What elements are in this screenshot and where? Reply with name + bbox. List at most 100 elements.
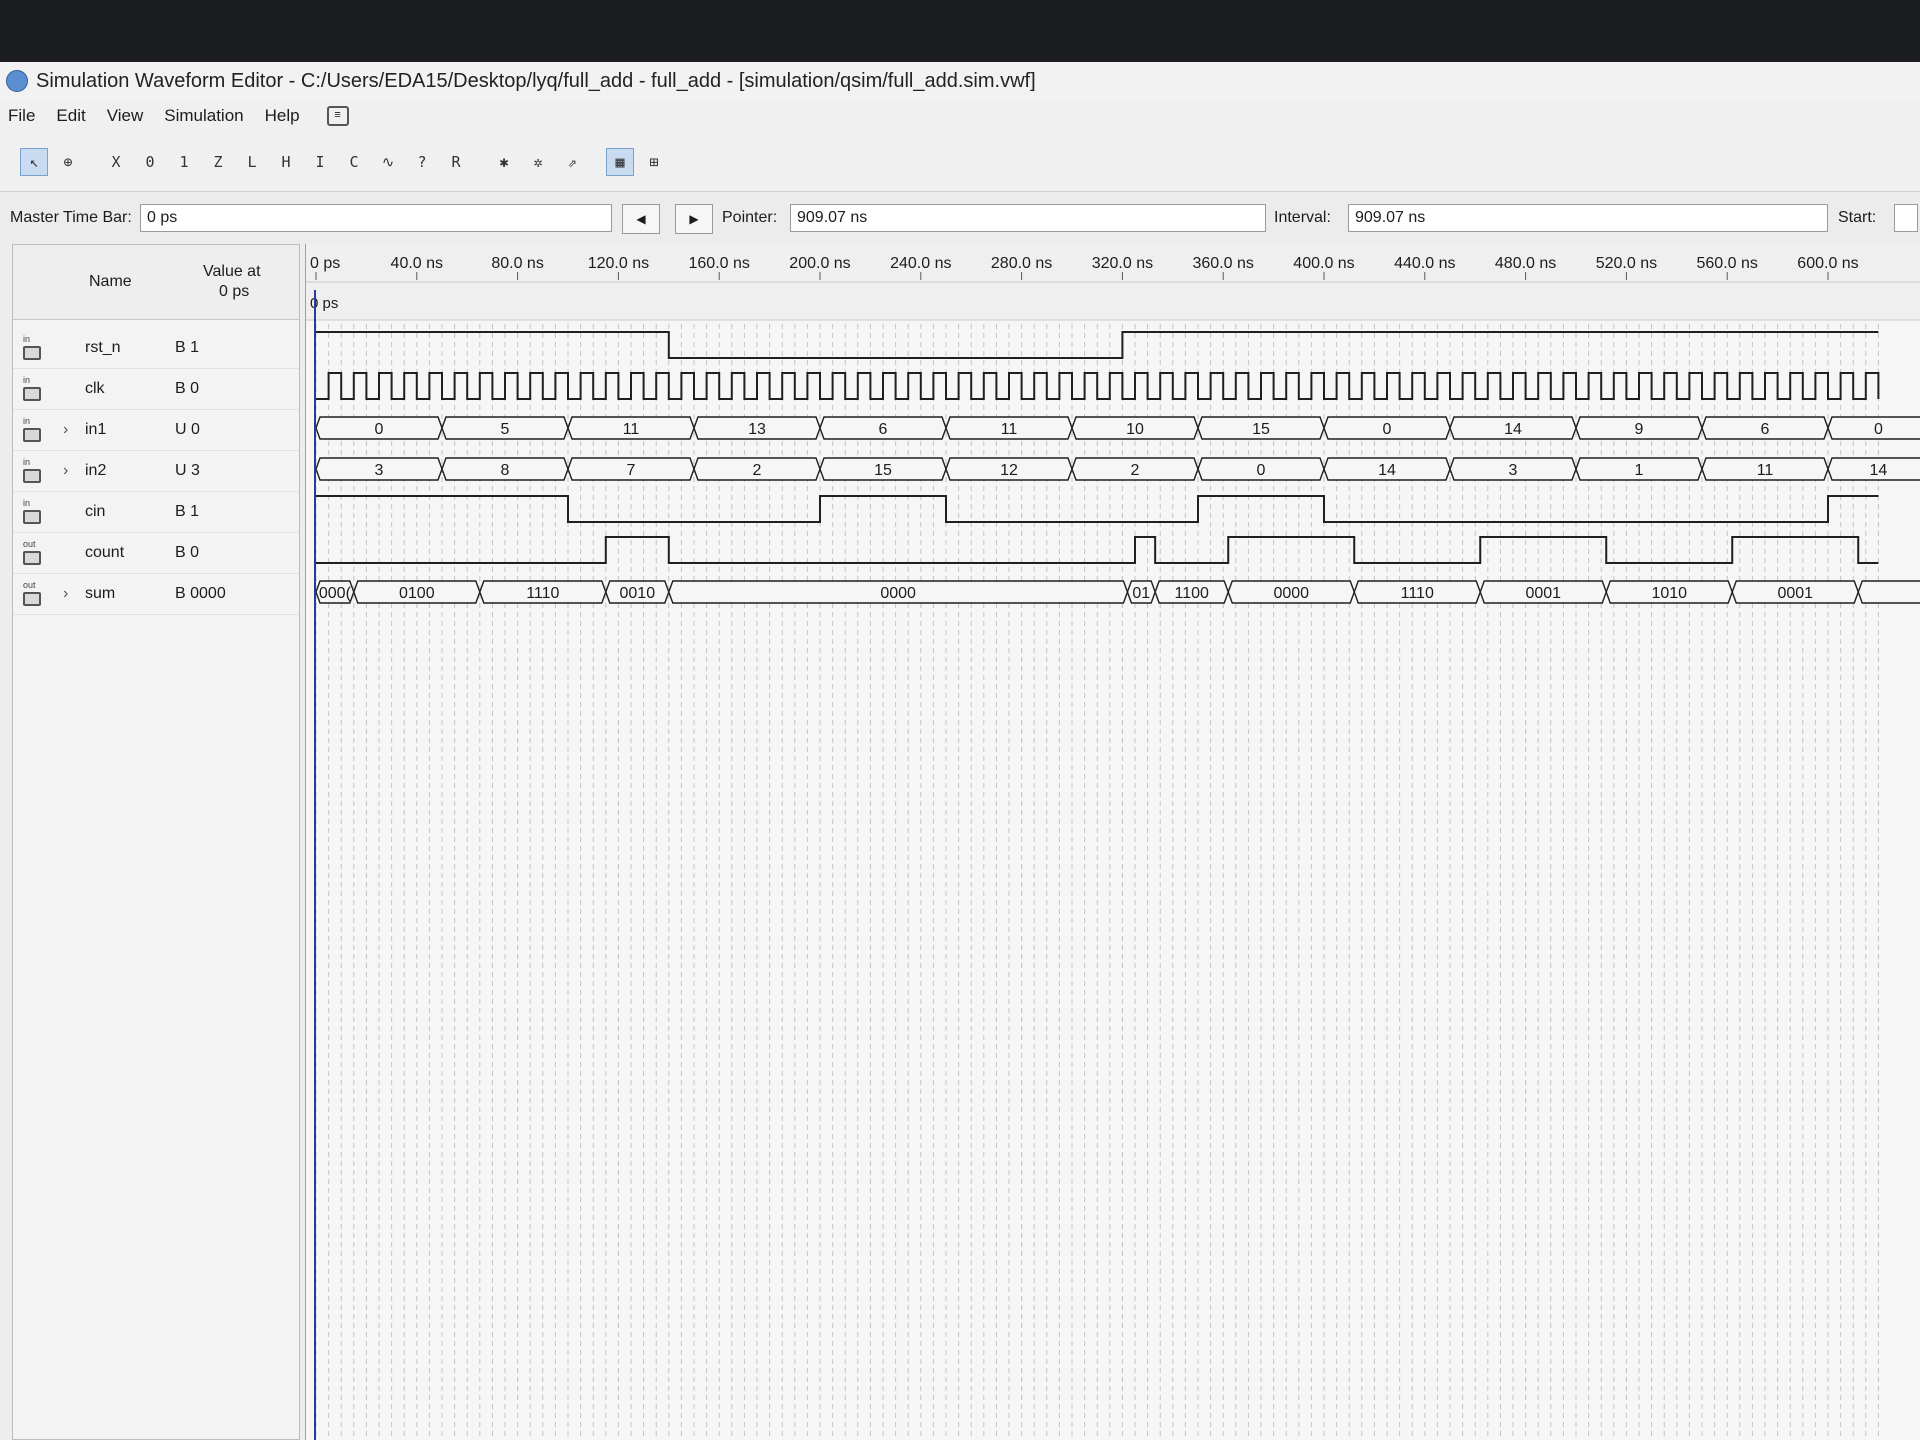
bus-value-label: 5 [501,421,510,438]
bus-value-label: 11 [623,421,640,438]
force-unknown-icon[interactable]: X [102,148,130,176]
time-bar: Master Time Bar: 0 ps ◀ ▶ Pointer: 909.0… [0,192,1920,244]
bus-value-label: 2 [1131,462,1140,479]
bus-value-label: 14 [1870,462,1888,479]
generate-netlist-icon[interactable]: ⇗ [558,148,586,176]
invert-icon[interactable]: I [306,148,334,176]
menu-help[interactable]: Help [257,106,313,126]
bus-value-label: 0001 [1525,585,1561,602]
bus-value-label: 9 [1635,421,1644,438]
bus-value-label: 10 [1126,421,1144,438]
output-pin-icon: out [23,540,47,566]
force-high-impedance-icon[interactable]: Z [204,148,232,176]
bus-value-label: 14 [1504,421,1522,438]
signal-row-cin[interactable]: in cin B 1 [13,493,299,533]
bus-value-label: 11 [1001,421,1018,438]
bus-value-label: 3 [375,462,384,479]
force-weak-high-icon[interactable]: H [272,148,300,176]
ruler-tick-label: 480.0 ns [1495,255,1556,272]
signal-value: B 0 [175,544,200,561]
force-weak-low-icon[interactable]: L [238,148,266,176]
ruler-tick-label: 120.0 ns [588,255,649,272]
ruler-tick-label: 40.0 ns [391,255,443,272]
bus-value-label: 0000 [1273,585,1309,602]
ruler-tick-label: 520.0 ns [1596,255,1657,272]
ruler-tick-label: 240.0 ns [890,255,951,272]
pointer-label: Pointer: [722,209,778,226]
toolbar-separator [592,148,600,176]
force-low-icon[interactable]: 0 [136,148,164,176]
previous-transition-button[interactable]: ◀ [622,204,660,234]
ruler-tick-label: 0 ps [310,255,340,272]
master-time-bar-field[interactable]: 0 ps [140,204,612,232]
signal-row-in1[interactable]: in › in1 U 0 [13,411,299,451]
arbitrary-value-icon[interactable]: ? [408,148,436,176]
bus-value-label: 7 [627,462,636,479]
bus-value-label: 1110 [526,585,559,602]
menu-view[interactable]: View [99,106,157,126]
signal-name: in2 [85,462,107,479]
input-pin-icon: in [23,376,47,402]
bus-value-label: 11 [1757,462,1774,479]
signal-name: in1 [85,421,107,438]
bus-value-label: 2 [753,462,762,479]
next-transition-button[interactable]: ▶ [675,204,713,234]
bus-value-label: 0001 [1777,585,1813,602]
input-pin-icon: in [23,499,47,525]
signal-row-in2[interactable]: in › in2 U 3 [13,452,299,492]
signal-value: B 0000 [175,585,226,602]
signal-name: cin [85,503,106,520]
bus-value-label: 0000 [880,585,916,602]
signal-row-rst-n[interactable]: in rst_n B 1 [13,329,299,369]
signal-row-clk[interactable]: in clk B 0 [13,370,299,410]
start-field[interactable] [1894,204,1918,232]
bus-value-label: 15 [1252,421,1270,438]
bus-value-label: 000( [319,585,352,602]
signal-value: B 1 [175,339,200,356]
name-column-header[interactable]: Name [89,273,132,291]
waveform-editor-window: Simulation Waveform Editor - C:/Users/ED… [0,62,1920,1440]
expand-chevron-icon[interactable]: › [63,585,68,603]
feedback-icon[interactable]: ≡ [326,106,349,126]
toolbar-separator [476,148,484,176]
waveform-panel[interactable]: 0 ps 40.0 ns 80.0 ns 120.0 ns 160.0 ns 200.0 … [305,244,1920,1440]
input-pin-icon: in [23,417,47,443]
selection-tool-icon[interactable]: ↖ [20,147,48,176]
input-pin-icon: in [23,335,47,361]
snap-to-grid-icon[interactable]: ▦ [606,147,634,176]
menu-simulation[interactable]: Simulation [156,106,256,126]
ruler-tick-label: 400.0 ns [1293,255,1354,272]
force-high-icon[interactable]: 1 [170,148,198,176]
signal-row-count[interactable]: out count B 0 [13,534,299,574]
app-icon [6,70,28,92]
group-icon[interactable]: ⊞ [640,148,668,176]
signal-name: clk [85,380,105,397]
timing-simulation-icon[interactable]: ✲ [524,148,552,176]
signal-row-sum[interactable]: out › sum B 0000 [13,575,299,615]
bus-value-label: 01 [1132,585,1150,602]
pointer-field[interactable]: 909.07 ns [790,204,1266,232]
waveform-chart[interactable]: 0 ps 40.0 ns 80.0 ns 120.0 ns 160.0 ns 200.0 … [306,244,1920,1440]
bus-value-label: 0 [1383,421,1392,438]
bus-value-label: 1110 [1401,585,1434,602]
signal-name: rst_n [85,339,121,356]
interval-field[interactable]: 909.07 ns [1348,204,1828,232]
clock-icon[interactable]: ∿ [374,148,402,176]
start-label: Start: [1838,209,1877,226]
random-value-icon[interactable]: R [442,148,470,176]
signal-value: B 1 [175,503,200,520]
expand-chevron-icon[interactable]: › [63,462,68,480]
bus-value-label: 6 [879,421,888,438]
expand-chevron-icon[interactable]: › [63,421,68,439]
menu-edit[interactable]: Edit [48,106,98,126]
ruler-tick-label: 360.0 ns [1193,255,1254,272]
ruler-tick-label: 320.0 ns [1092,255,1153,272]
toolbar-separator [88,148,96,176]
signal-name-panel: Name Value at 0 ps in rst_n B 1 in clk B 0 in ›… [12,244,300,1440]
functional-simulation-icon[interactable]: ✱ [490,148,518,176]
menu-file[interactable]: File [0,106,48,126]
zoom-tool-icon[interactable]: ⊕ [54,148,82,176]
count-value-icon[interactable]: C [340,148,368,176]
bus-value-label: 1 [1635,462,1644,479]
window-title: Simulation Waveform Editor - C:/Users/ED… [36,69,1036,92]
